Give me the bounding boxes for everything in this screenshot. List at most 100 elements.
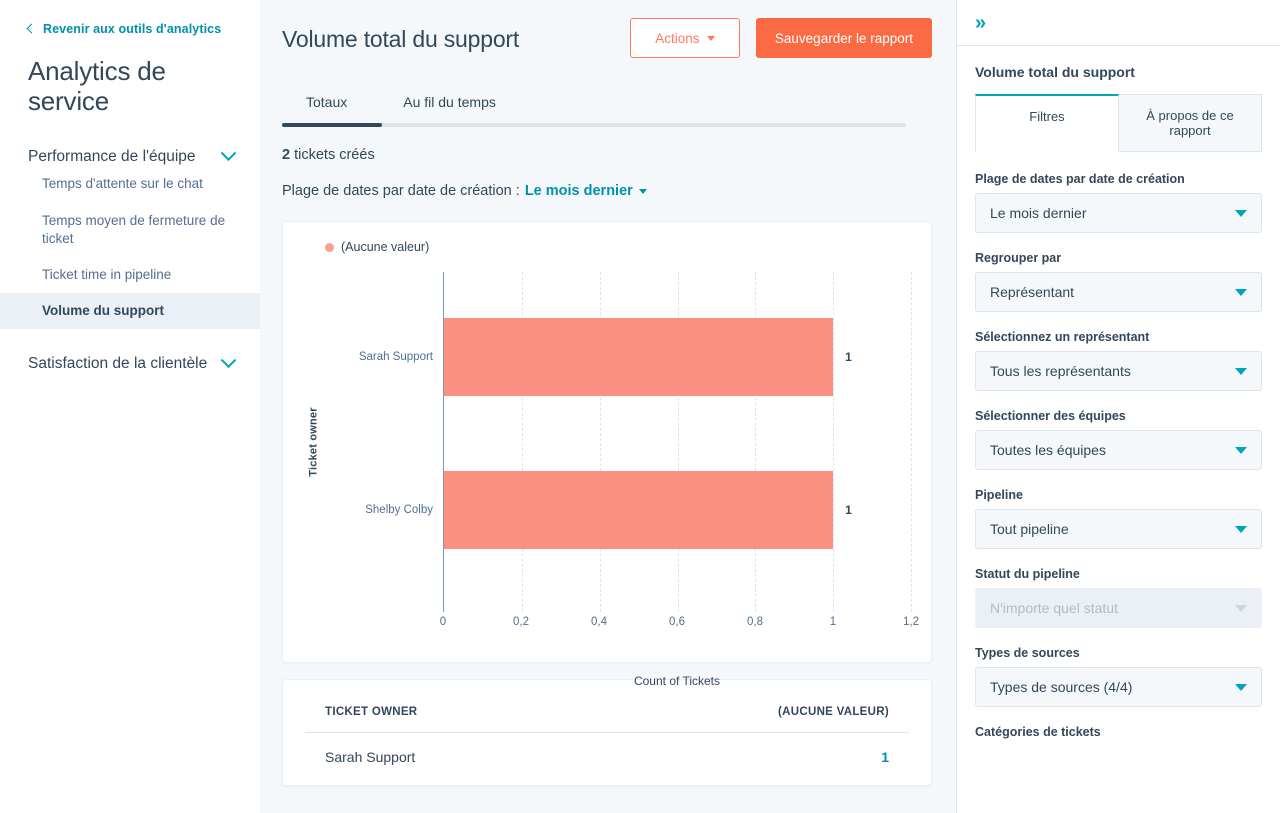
table-row[interactable]: Sarah Support 1: [305, 733, 909, 782]
chevron-down-icon: [1235, 526, 1247, 533]
sidebar-item-ticket-time-in-pipeline[interactable]: Ticket time in pipeline: [0, 257, 260, 293]
y-tick-label: Sarah Support: [359, 351, 433, 363]
bar-sarah-support[interactable]: [444, 318, 833, 396]
bar-value-label: 1: [845, 350, 852, 364]
tab-about-report[interactable]: À propos de ce rapport: [1119, 94, 1262, 152]
page-title-sidebar: Analytics de service: [0, 36, 260, 116]
data-table: TICKET OWNER (AUCUNE VALEUR) Sarah Suppo…: [305, 706, 909, 781]
pipeline-status-select: N'importe quel statut: [975, 588, 1262, 628]
sidebar-item-chat-wait-time[interactable]: Temps d'attente sur le chat: [0, 166, 260, 202]
chart-x-axis: 0 0,2 0,4 0,6 0,8 1 1,2: [443, 612, 911, 652]
daterange-label: Plage de dates par date de création :: [282, 183, 520, 199]
filter-select-teams: Sélectionner des équipes Toutes les équi…: [975, 409, 1262, 470]
chart-plot-area: Ticket owner Sarah Support Shelby Colby: [303, 272, 911, 612]
filter-ticket-categories: Catégories de tickets: [975, 725, 1262, 739]
chevron-down-icon: [1235, 447, 1247, 454]
table-header-row: TICKET OWNER (AUCUNE VALEUR): [305, 706, 909, 733]
chart-legend: (Aucune valeur): [303, 240, 911, 254]
source-types-select[interactable]: Types de sources (4/4): [975, 667, 1262, 707]
bar-shelby-colby[interactable]: [444, 471, 833, 549]
cell-ticket-owner: Sarah Support: [305, 733, 587, 782]
select-value: Tous les représentants: [990, 363, 1131, 379]
select-value: Types de sources (4/4): [990, 679, 1132, 695]
actions-button[interactable]: Actions: [630, 18, 740, 58]
filters-list: Plage de dates par date de création Le m…: [957, 152, 1280, 739]
summary-count: 2: [282, 147, 290, 163]
legend-item-label: (Aucune valeur): [341, 240, 429, 254]
chart-y-axis-title: Ticket owner: [303, 272, 325, 612]
right-panel-title: Volume total du support: [957, 46, 1280, 80]
collapse-panel-icon[interactable]: »: [975, 13, 984, 33]
x-tick-label: 0,4: [591, 616, 607, 628]
daterange-dropdown[interactable]: Le mois dernier: [525, 183, 647, 199]
y-tick-label: Shelby Colby: [365, 504, 433, 516]
select-value: N'importe quel statut: [990, 600, 1118, 616]
chart-card: (Aucune valeur) Ticket owner Sarah Suppo…: [282, 221, 932, 663]
sidebar-group-team-performance[interactable]: Performance de l'équipe: [0, 148, 260, 166]
filter-pipeline-status: Statut du pipeline N'importe quel statut: [975, 567, 1262, 628]
select-value: Représentant: [990, 284, 1074, 300]
back-to-analytics-link[interactable]: Revenir aux outils d'analytics: [0, 22, 260, 36]
sidebar: Revenir aux outils d'analytics Analytics…: [0, 0, 260, 813]
column-header-ticket-owner[interactable]: TICKET OWNER: [305, 706, 587, 733]
x-tick-label: 0: [440, 616, 446, 628]
save-report-button[interactable]: Sauvegarder le rapport: [756, 18, 932, 58]
pipeline-select[interactable]: Tout pipeline: [975, 509, 1262, 549]
cell-count-link[interactable]: 1: [587, 733, 909, 782]
back-link-label: Revenir aux outils d'analytics: [43, 22, 221, 36]
chevron-left-icon: [27, 24, 37, 34]
grid-line: [911, 272, 912, 612]
legend-color-swatch-icon: [325, 243, 334, 252]
filter-date-range: Plage de dates par date de création Le m…: [975, 172, 1262, 233]
x-tick-label: 1,2: [903, 616, 919, 628]
teams-select[interactable]: Toutes les équipes: [975, 430, 1262, 470]
summary-text: tickets créés: [294, 147, 375, 163]
chevron-down-icon: [221, 145, 237, 161]
table-head: TICKET OWNER (AUCUNE VALEUR): [305, 706, 909, 733]
sidebar-item-support-volume[interactable]: Volume du support: [0, 293, 260, 329]
tab-underline-track: [282, 123, 906, 127]
chevron-down-icon: [1235, 368, 1247, 375]
filter-label: Catégories de tickets: [975, 725, 1262, 739]
filter-select-rep: Sélectionnez un représentant Tous les re…: [975, 330, 1262, 391]
representative-select[interactable]: Tous les représentants: [975, 351, 1262, 391]
filter-label: Sélectionner des équipes: [975, 409, 1262, 423]
chevron-down-icon: [1235, 289, 1247, 296]
select-value: Le mois dernier: [990, 205, 1087, 221]
summary-line: 2 tickets créés: [282, 147, 932, 163]
filter-label: Sélectionnez un représentant: [975, 330, 1262, 344]
chart-x-axis-title: Count of Tickets: [443, 674, 911, 688]
chart-plot: 1 1: [443, 272, 911, 612]
page-title: Volume total du support: [282, 18, 614, 53]
right-panel-toolbar: »: [957, 0, 1280, 46]
tab-active-underline: [282, 123, 382, 127]
x-tick-label: 0,8: [747, 616, 763, 628]
date-range-select[interactable]: Le mois dernier: [975, 193, 1262, 233]
select-value: Toutes les équipes: [990, 442, 1106, 458]
filter-label: Regrouper par: [975, 251, 1262, 265]
x-tick-label: 0,2: [513, 616, 529, 628]
tab-au-fil-du-temps[interactable]: Au fil du temps: [379, 88, 520, 124]
chevron-down-icon: [1235, 605, 1247, 612]
column-header-aucune-valeur[interactable]: (AUCUNE VALEUR): [587, 706, 909, 733]
table-body: Sarah Support 1: [305, 733, 909, 782]
chart-y-tick-labels: Sarah Support Shelby Colby: [325, 272, 443, 612]
chevron-down-icon: [1235, 684, 1247, 691]
bar-value-label: 1: [845, 503, 852, 517]
chevron-down-icon: [221, 352, 237, 368]
filter-label: Statut du pipeline: [975, 567, 1262, 581]
filter-label: Pipeline: [975, 488, 1262, 502]
sidebar-group-customer-satisfaction[interactable]: Satisfaction de la clientèle: [0, 355, 260, 373]
x-tick-label: 1: [830, 616, 836, 628]
filter-pipeline: Pipeline Tout pipeline: [975, 488, 1262, 549]
right-panel-tabs: Filtres À propos de ce rapport: [957, 80, 1280, 152]
tab-totaux[interactable]: Totaux: [282, 88, 371, 124]
sidebar-group-label: Performance de l'équipe: [28, 148, 196, 166]
tab-filtres[interactable]: Filtres: [975, 94, 1119, 152]
report-scroll-area: (Aucune valeur) Ticket owner Sarah Suppo…: [260, 199, 956, 786]
daterange-value: Le mois dernier: [525, 183, 633, 199]
group-by-select[interactable]: Représentant: [975, 272, 1262, 312]
sidebar-item-avg-close-time[interactable]: Temps moyen de fermeture de ticket: [0, 203, 260, 257]
main-header: Volume total du support Actions Sauvegar…: [260, 0, 956, 199]
main-content: Volume total du support Actions Sauvegar…: [260, 0, 956, 813]
